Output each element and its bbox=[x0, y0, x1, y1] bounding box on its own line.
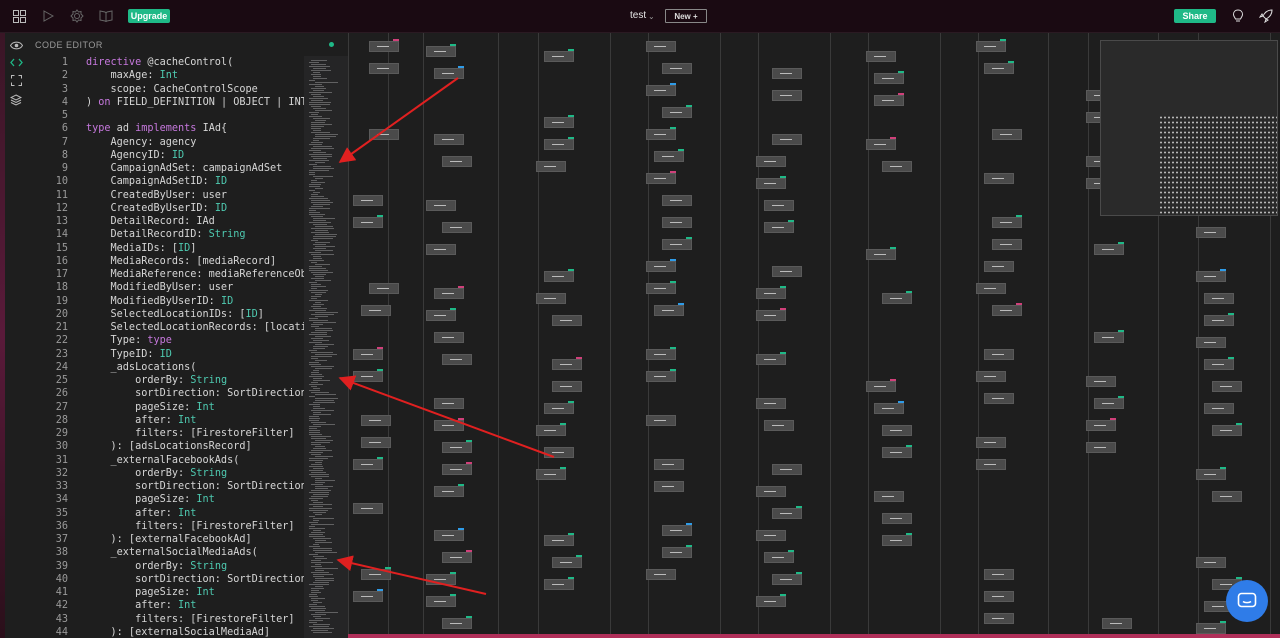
annotation-arrow bbox=[336, 555, 487, 595]
annotation-arrows bbox=[336, 77, 555, 595]
annotation-arrow bbox=[338, 77, 459, 163]
annotation-arrow bbox=[338, 375, 555, 458]
